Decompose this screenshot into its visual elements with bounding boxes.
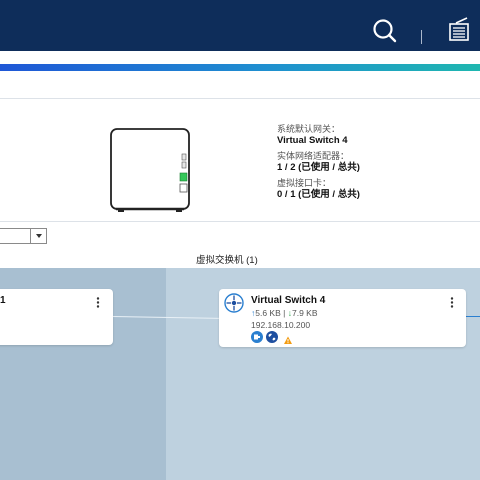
virtual-adapter-value: 0 / 1 (已使用 / 总共)	[277, 189, 360, 200]
default-gateway-label: 系统默认网关：	[277, 124, 341, 134]
progress-banner	[0, 64, 480, 71]
upload-value: 5.6 KB	[255, 308, 281, 318]
divider	[0, 221, 480, 222]
chevron-down-icon[interactable]	[30, 229, 46, 243]
status-badges	[251, 331, 295, 344]
notes-icon[interactable]	[446, 16, 472, 42]
more-options-icon[interactable]	[450, 297, 454, 308]
physical-adapter-label: 实体网络适配器：	[277, 151, 350, 161]
virtual-switch-name: Virtual Switch 4	[251, 295, 326, 306]
more-options-icon[interactable]	[96, 297, 100, 308]
download-value: 7.9 KB	[291, 308, 318, 318]
warning-icon	[284, 336, 292, 344]
divider	[0, 98, 480, 99]
device-info-panel: 系统默认网关： Virtual Switch 4 实体网络适配器： 1 / 2 …	[277, 124, 360, 205]
adapter-card[interactable]: 1	[0, 289, 113, 345]
virtual-adapter-label: 虚拟接口卡：	[277, 178, 332, 188]
filter-dropdown[interactable]	[0, 228, 47, 244]
toolbar-divider	[421, 30, 422, 44]
default-gateway-value: Virtual Switch 4	[277, 135, 348, 146]
ip-address: 192.168.10.200	[251, 320, 311, 330]
top-bar	[0, 0, 480, 51]
ethernet-badge-icon	[251, 331, 263, 343]
physical-adapter-value: 1 / 2 (已使用 / 总共)	[277, 162, 360, 173]
connection-line	[466, 316, 480, 317]
section-title: 虚拟交换机 (1)	[196, 255, 258, 266]
search-icon[interactable]	[372, 18, 398, 44]
nas-device-image	[110, 128, 190, 212]
virtual-switch-card[interactable]: Virtual Switch 4 ↑5.6 KB | ↓7.9 KB 192.1…	[219, 289, 466, 347]
traffic-stats: ↑5.6 KB | ↓7.9 KB	[251, 308, 318, 318]
internet-badge-icon	[266, 331, 278, 343]
virtual-switch-icon	[224, 293, 244, 313]
adapter-name: 1	[0, 295, 6, 306]
